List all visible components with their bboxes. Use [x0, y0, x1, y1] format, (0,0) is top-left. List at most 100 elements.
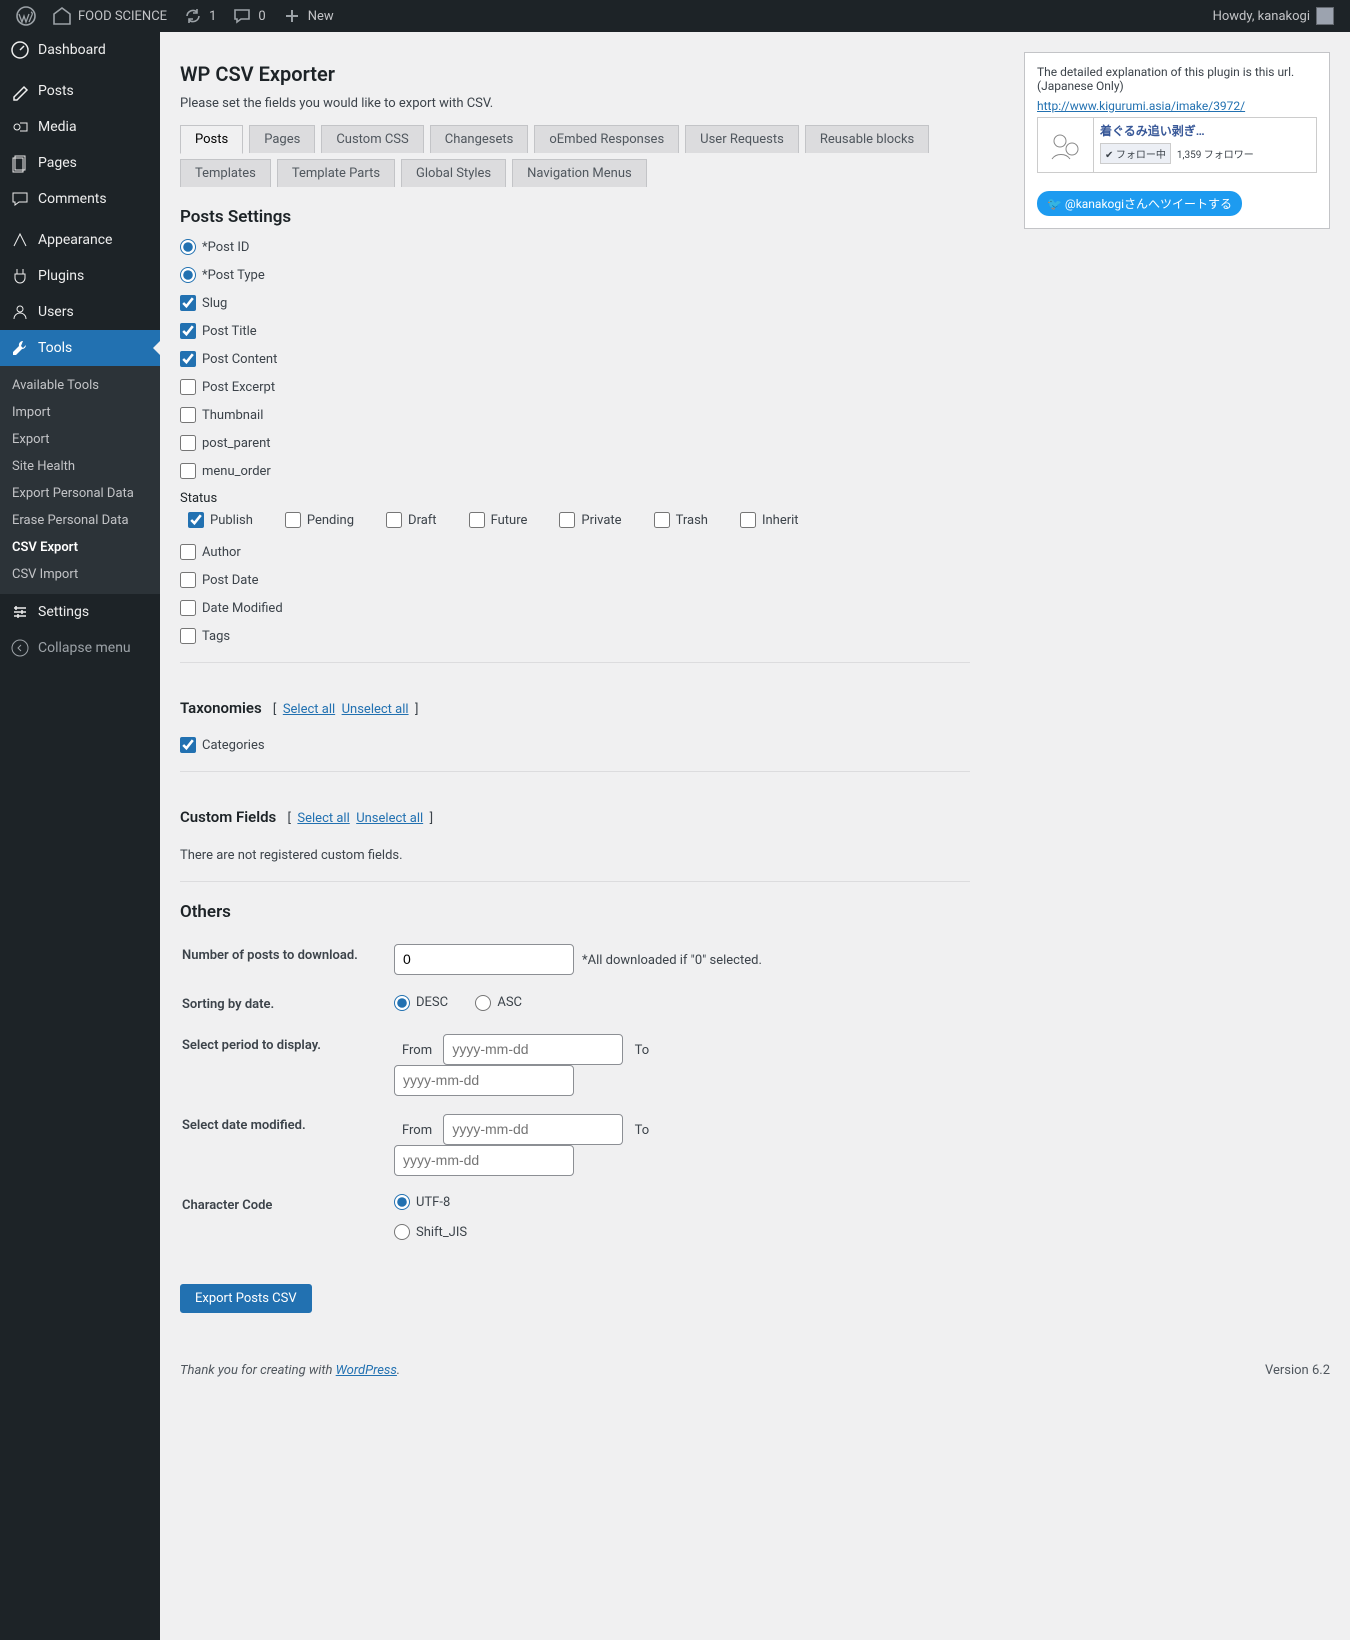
sub-export[interactable]: Export	[0, 426, 160, 453]
field-author[interactable]: Author	[180, 544, 970, 560]
tax-unselect-all[interactable]: Unselect all	[342, 702, 409, 717]
sort-desc[interactable]: DESC	[394, 995, 448, 1011]
facebook-thumb	[1038, 118, 1094, 172]
custom-fields-heading: Custom Fields	[180, 808, 276, 826]
cb-thumbnail[interactable]	[180, 407, 196, 423]
fields-list: *Post ID *Post Type Slug Post Title Post…	[180, 239, 970, 479]
num-input[interactable]	[394, 944, 574, 975]
footer-version: Version 6.2	[1265, 1363, 1330, 1378]
charcode-utf8[interactable]: UTF-8	[394, 1194, 450, 1210]
sort-asc[interactable]: ASC	[475, 995, 522, 1011]
field-menu-order[interactable]: menu_order	[180, 463, 970, 479]
tab-oembed[interactable]: oEmbed Responses	[534, 125, 679, 153]
facebook-widget[interactable]: 着ぐるみ追い剥ぎ… ✔ フォロー中 1,359 フォロワー	[1037, 117, 1317, 173]
menu-dashboard[interactable]: Dashboard	[0, 32, 160, 68]
collapse-menu[interactable]: Collapse menu	[0, 630, 160, 666]
postbox-url[interactable]: http://www.kigurumi.asia/imake/3972/	[1037, 99, 1245, 113]
field-post-title[interactable]: Post Title	[180, 323, 970, 339]
new-link[interactable]: New	[274, 0, 342, 32]
site-link[interactable]: FOOD SCIENCE	[44, 0, 175, 32]
sub-export-personal[interactable]: Export Personal Data	[0, 480, 160, 507]
sub-erase-personal[interactable]: Erase Personal Data	[0, 507, 160, 534]
account-link[interactable]: Howdy, kanakogi	[1205, 0, 1342, 32]
charcode-sjis[interactable]: Shift_JIS	[394, 1224, 467, 1240]
modified-from[interactable]	[443, 1114, 623, 1145]
menu-plugins[interactable]: Plugins	[0, 258, 160, 294]
radio-post-id[interactable]	[180, 239, 196, 255]
menu-appearance[interactable]: Appearance	[0, 222, 160, 258]
sort-label: Sorting by date.	[182, 985, 392, 1024]
footer-wp-link[interactable]: WordPress	[336, 1363, 397, 1378]
tax-categories[interactable]: Categories	[180, 737, 970, 753]
new-label: New	[308, 9, 334, 24]
status-future[interactable]: Future	[469, 512, 528, 528]
field-tags[interactable]: Tags	[180, 628, 970, 644]
sub-site-health[interactable]: Site Health	[0, 453, 160, 480]
tab-custom-css[interactable]: Custom CSS	[321, 125, 423, 153]
field-slug[interactable]: Slug	[180, 295, 970, 311]
menu-media[interactable]: Media	[0, 109, 160, 145]
fb-follower-count: 1,359 フォロワー	[1177, 146, 1254, 161]
status-inherit[interactable]: Inherit	[740, 512, 799, 528]
export-button[interactable]: Export Posts CSV	[180, 1284, 312, 1313]
site-name: FOOD SCIENCE	[78, 9, 167, 24]
status-publish[interactable]: Publish	[188, 512, 253, 528]
field-thumbnail[interactable]: Thumbnail	[180, 407, 970, 423]
field-post-type[interactable]: *Post Type	[180, 267, 970, 283]
menu-users[interactable]: Users	[0, 294, 160, 330]
howdy-text: Howdy, kanakogi	[1213, 9, 1310, 24]
radio-post-type[interactable]	[180, 267, 196, 283]
tax-select-all[interactable]: Select all	[283, 702, 335, 717]
comments-count: 0	[258, 9, 265, 24]
field-post-date[interactable]: Post Date	[180, 572, 970, 588]
cb-post-parent[interactable]	[180, 435, 196, 451]
updates-link[interactable]: 1	[175, 0, 224, 32]
help-postbox: The detailed explanation of this plugin …	[1024, 52, 1330, 229]
wp-logo[interactable]	[8, 0, 44, 32]
tab-global-styles[interactable]: Global Styles	[401, 159, 506, 187]
menu-comments[interactable]: Comments	[0, 181, 160, 217]
sub-available-tools[interactable]: Available Tools	[0, 372, 160, 399]
cb-post-title[interactable]	[180, 323, 196, 339]
sub-import[interactable]: Import	[0, 399, 160, 426]
field-date-modified[interactable]: Date Modified	[180, 600, 970, 616]
status-draft[interactable]: Draft	[386, 512, 437, 528]
tab-pages[interactable]: Pages	[249, 125, 315, 153]
tab-reusable[interactable]: Reusable blocks	[805, 125, 929, 153]
cb-post-excerpt[interactable]	[180, 379, 196, 395]
menu-tools[interactable]: Tools	[0, 330, 160, 366]
tab-changesets[interactable]: Changesets	[430, 125, 529, 153]
footer-thanks: Thank you for creating with	[180, 1363, 336, 1378]
cb-menu-order[interactable]	[180, 463, 196, 479]
cf-select-all[interactable]: Select all	[297, 811, 349, 826]
cf-unselect-all[interactable]: Unselect all	[356, 811, 423, 826]
fb-follow-btn[interactable]: ✔ フォロー中	[1100, 143, 1171, 164]
field-post-content[interactable]: Post Content	[180, 351, 970, 367]
status-pending[interactable]: Pending	[285, 512, 354, 528]
modified-label: Select date modified.	[182, 1106, 392, 1184]
status-trash[interactable]: Trash	[654, 512, 708, 528]
modified-to[interactable]	[394, 1145, 574, 1176]
field-post-id[interactable]: *Post ID	[180, 239, 970, 255]
menu-posts[interactable]: Posts	[0, 73, 160, 109]
tab-user-requests[interactable]: User Requests	[685, 125, 799, 153]
tab-templates[interactable]: Templates	[180, 159, 271, 187]
field-post-excerpt[interactable]: Post Excerpt	[180, 379, 970, 395]
comments-link[interactable]: 0	[224, 0, 273, 32]
avatar	[1316, 7, 1334, 25]
sub-csv-import[interactable]: CSV Import	[0, 561, 160, 588]
cb-post-content[interactable]	[180, 351, 196, 367]
tab-posts[interactable]: Posts	[180, 125, 243, 154]
posts-settings-heading: Posts Settings	[180, 207, 970, 227]
field-post-parent[interactable]: post_parent	[180, 435, 970, 451]
status-private[interactable]: Private	[559, 512, 621, 528]
period-from[interactable]	[443, 1034, 623, 1065]
twitter-button[interactable]: 🐦 @kanakogiさんへツイートする	[1037, 191, 1242, 216]
tab-template-parts[interactable]: Template Parts	[277, 159, 395, 187]
menu-pages[interactable]: Pages	[0, 145, 160, 181]
menu-settings[interactable]: Settings	[0, 594, 160, 630]
sub-csv-export[interactable]: CSV Export	[0, 534, 160, 561]
tab-nav-menus[interactable]: Navigation Menus	[512, 159, 647, 187]
period-to[interactable]	[394, 1065, 574, 1096]
cb-slug[interactable]	[180, 295, 196, 311]
